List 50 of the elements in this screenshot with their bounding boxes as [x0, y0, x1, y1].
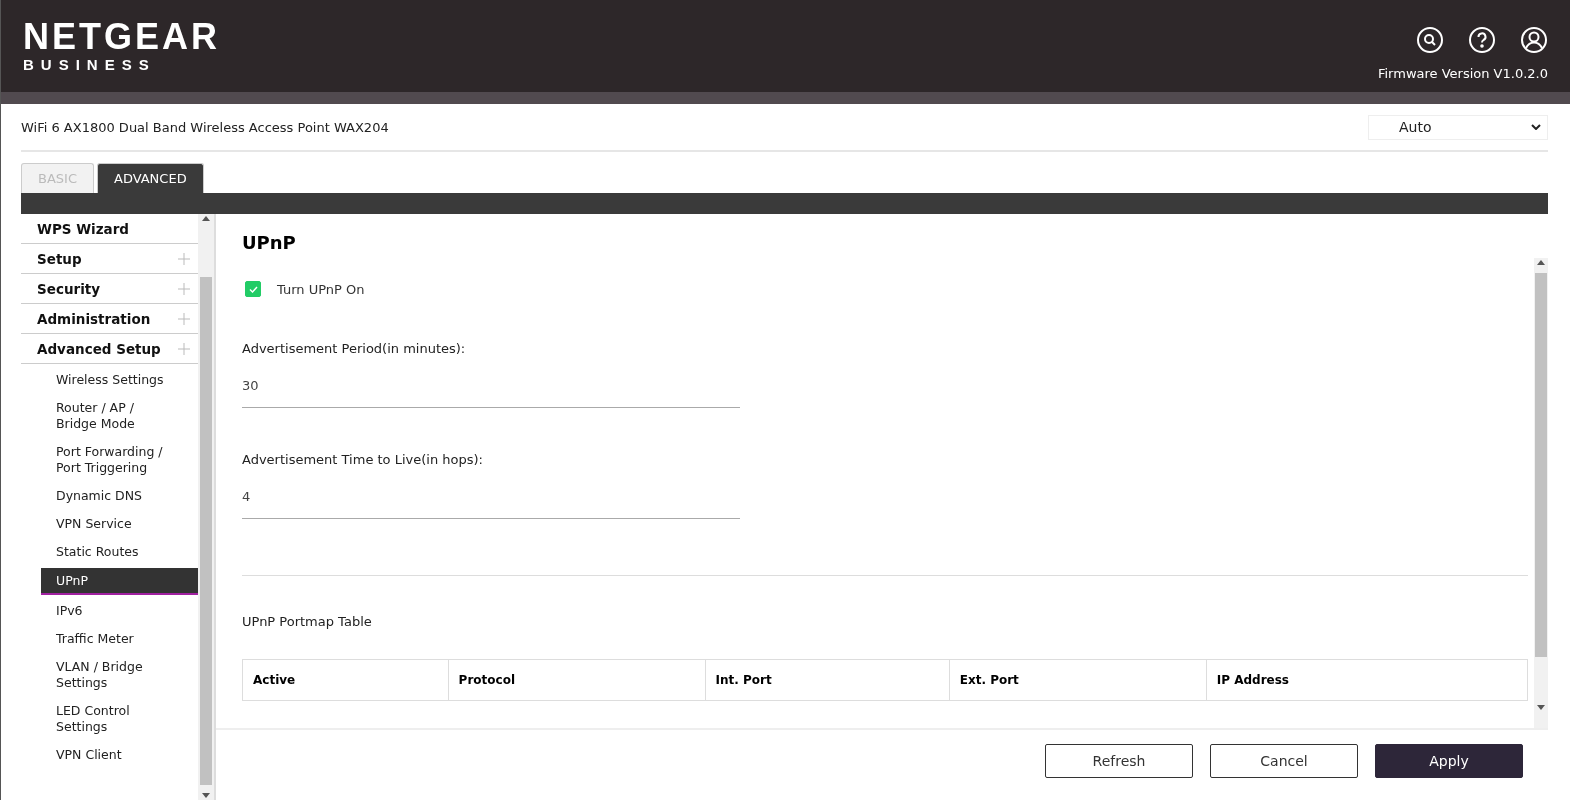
checkbox[interactable] — [245, 281, 261, 297]
sidebar-subitem[interactable]: UPnP — [41, 568, 198, 595]
tab[interactable]: ADVANCED — [97, 163, 204, 193]
sidebar-subitem[interactable]: Static Routes — [41, 540, 198, 564]
scrollbar[interactable] — [1534, 258, 1548, 728]
checkbox-label: Turn UPnP On — [277, 281, 365, 297]
scroll-up-icon[interactable] — [202, 216, 210, 221]
sidebar-item[interactable]: Administration — [37, 310, 151, 327]
input-field[interactable]: 4 — [242, 489, 740, 519]
sidebar-item[interactable]: Setup — [37, 250, 82, 267]
sidebar-subitem[interactable]: LED Control Settings — [41, 699, 198, 739]
sidebar-item[interactable]: Security — [37, 280, 101, 297]
sidebar-item[interactable]: WPS Wizard — [37, 220, 129, 237]
scroll-up-icon[interactable] — [1537, 260, 1545, 265]
user-icon[interactable] — [1520, 26, 1548, 54]
sidebar-subitem[interactable]: IPv6 — [41, 599, 198, 623]
search-icon[interactable] — [1416, 26, 1444, 54]
page-title: UPnP — [242, 232, 297, 253]
action-button[interactable]: Cancel — [1210, 744, 1358, 778]
sidebar-item[interactable]: Advanced Setup — [37, 340, 161, 357]
field-label: Advertisement Period(in minutes): — [242, 341, 467, 356]
action-button[interactable]: Refresh — [1045, 744, 1193, 778]
sidebar-subitem[interactable]: Port Forwarding / Port Triggering — [41, 440, 198, 480]
sidebar-subitem[interactable]: VPN Client — [41, 743, 198, 767]
chevron-down-icon — [1531, 124, 1541, 130]
column-header: Active — [242, 659, 449, 701]
sidebar-subitem[interactable]: Wireless Settings — [41, 368, 198, 392]
brand-subtitle: BUSINESS — [23, 56, 157, 73]
sidebar-subitem[interactable]: Router / AP / Bridge Mode — [41, 396, 198, 436]
sidebar-subitem[interactable]: VPN Service — [41, 512, 198, 536]
scrollbar[interactable] — [198, 214, 214, 800]
checkmark-icon — [248, 285, 258, 293]
column-header: Int. Port — [705, 659, 950, 701]
brand-logo: NETGEAR — [23, 18, 220, 56]
scroll-down-icon[interactable] — [1537, 705, 1545, 710]
device-name: WiFi 6 AX1800 Dual Band Wireless Access Point WAX204 — [21, 119, 389, 135]
table-title: UPnP Portmap Table — [242, 614, 373, 629]
firmware-version: Firmware Version V1.0.2.0 — [1377, 66, 1548, 81]
column-header: IP Address — [1206, 659, 1528, 701]
field-label: Advertisement Time to Live(in hops): — [242, 452, 484, 467]
column-header: Ext. Port — [949, 659, 1207, 701]
sidebar-subitem[interactable]: VLAN / Bridge Settings — [41, 655, 198, 695]
input-field[interactable]: 30 — [242, 378, 740, 408]
sidebar-subitem[interactable]: Traffic Meter — [41, 627, 198, 651]
apply-button[interactable]: Apply — [1375, 744, 1523, 778]
help-icon[interactable] — [1468, 26, 1496, 54]
language-select[interactable]: Auto — [1368, 114, 1548, 140]
scroll-down-icon[interactable] — [202, 793, 210, 798]
column-header: Protocol — [448, 659, 706, 701]
sidebar-subitem[interactable]: Dynamic DNS — [41, 484, 198, 508]
